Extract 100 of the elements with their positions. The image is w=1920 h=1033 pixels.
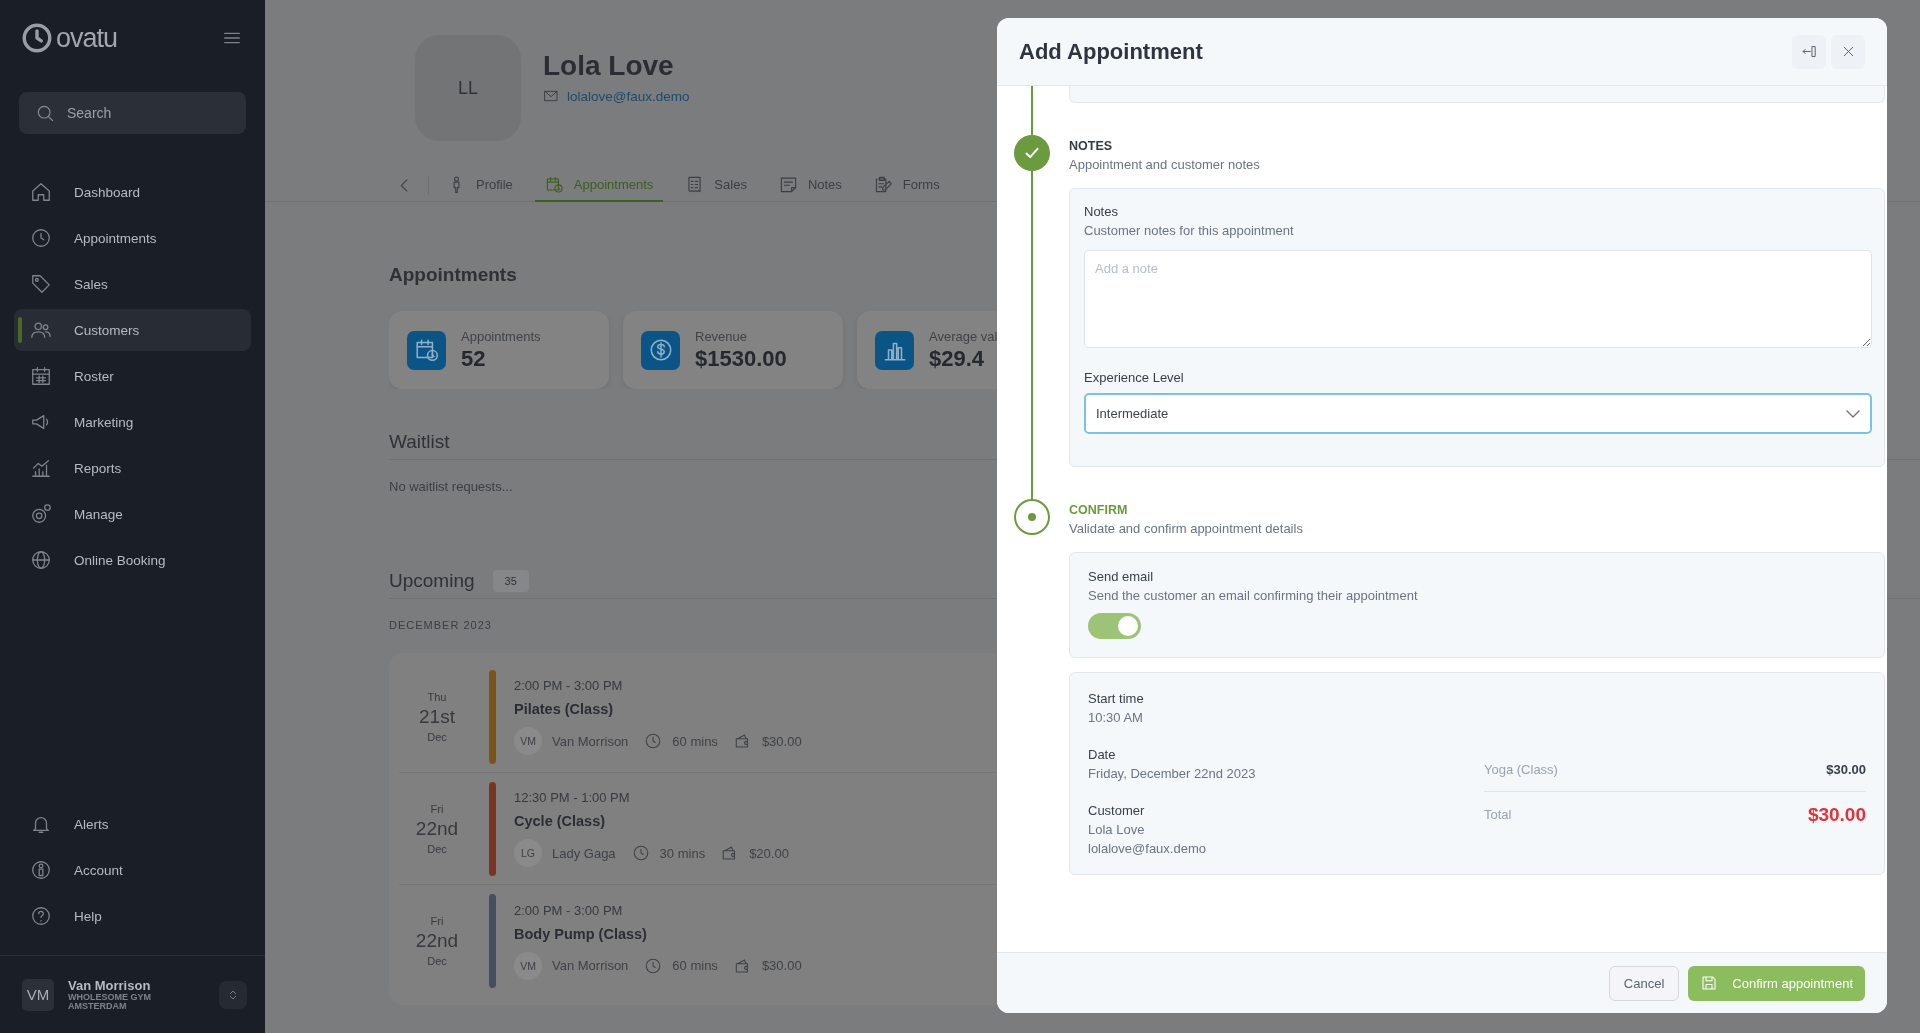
experience-select[interactable]: Intermediate [1084, 393, 1872, 434]
nav-item[interactable]: Alerts [14, 803, 251, 845]
nav-item[interactable]: Online Booking [14, 539, 251, 581]
tag-icon [30, 273, 52, 295]
stat-value: 52 [461, 345, 487, 372]
detail-label: Date [1088, 747, 1117, 762]
month: Dec [426, 842, 448, 855]
detail-value: lolalove@faux.demo [1088, 841, 1207, 856]
price: $30.00 [761, 733, 802, 749]
detail-label: Customer [1088, 803, 1146, 818]
nav-item[interactable]: Marketing [14, 401, 251, 443]
staff-name: Van Morrison [552, 958, 629, 973]
class-name: Cycle (Class) [514, 813, 607, 829]
person-icon [30, 859, 52, 881]
clock-icon [30, 227, 52, 249]
staff-avatar: LG [514, 839, 542, 867]
user-org: WHOLESOME GYM AMSTERDAM [68, 992, 152, 1012]
staff-avatar: VM [514, 727, 542, 755]
time-range: 2:00 PM - 3:00 PM [514, 678, 624, 693]
month: Dec [426, 955, 448, 967]
calendar-clock-icon [413, 337, 440, 363]
empty-message: No waitlist requests... [389, 479, 514, 494]
staff-name: Lady Gaga [552, 845, 616, 861]
stat-label: Appointments [461, 328, 541, 344]
globe-icon [30, 549, 52, 571]
month-label: DECEMBER 2023 [389, 619, 493, 631]
form-icon [873, 175, 893, 194]
stat-label: Average val [929, 328, 998, 344]
house-icon [30, 181, 52, 203]
note-field[interactable]: Add a note [1084, 250, 1872, 348]
item-price: $30.00 [1826, 761, 1866, 777]
time-range: 12:30 PM - 1:00 PM [514, 790, 631, 805]
nav-item[interactable]: Customers [14, 309, 251, 351]
field-hint: Customer notes for this appointment [1084, 223, 1295, 238]
weekday: Fri [429, 915, 445, 927]
arrow-panel-icon [1800, 43, 1818, 60]
price: $30.00 [761, 958, 802, 973]
chevron-down-icon [1846, 409, 1860, 418]
nav-item[interactable]: Appointments [14, 217, 251, 259]
account-switch-button[interactable] [219, 980, 247, 1009]
month: Dec [426, 730, 448, 743]
field-label: Notes [1084, 204, 1119, 219]
step-subtitle: Validate and confirm appointment details [1069, 521, 1303, 536]
nav-item[interactable]: Manage [14, 493, 251, 535]
save-icon [1700, 974, 1719, 992]
step-subtitle: Appointment and customer notes [1069, 157, 1260, 172]
duration: 60 mins [672, 958, 718, 973]
weekday: Thu [426, 690, 448, 703]
modal-title: Add Appointment [1019, 38, 1203, 65]
day: 22nd [399, 817, 475, 840]
user-name: Van Morrison [68, 977, 152, 993]
total-amount: $30.00 [1807, 803, 1866, 826]
nav-item[interactable]: Reports [14, 447, 251, 489]
nav-item[interactable]: Sales [14, 263, 251, 305]
price: $20.00 [749, 845, 789, 861]
nav-item[interactable]: Account [14, 849, 251, 891]
total-label: Total [1484, 807, 1512, 822]
nav-item[interactable]: Help [14, 895, 251, 937]
nav-item[interactable]: Dashboard [14, 171, 251, 213]
field-label: Experience Level [1084, 370, 1185, 385]
stat-value: $29.4 [929, 345, 986, 372]
duration: 30 mins [659, 845, 706, 861]
search-field[interactable]: Search [19, 92, 246, 134]
nav-item[interactable]: Roster [14, 355, 251, 397]
section-title: Appointments [389, 264, 517, 286]
mail-icon [543, 88, 559, 104]
step-title: NOTES [1069, 139, 1114, 153]
gears-icon [30, 503, 52, 525]
logo-text: ovatu [56, 22, 118, 54]
duration: 60 mins [672, 733, 718, 749]
staff-name: Van Morrison [552, 733, 629, 749]
detail-value: 10:30 AM [1088, 710, 1144, 725]
customer-name: Lola Love [543, 50, 675, 82]
stat-value: $1530.00 [695, 345, 787, 372]
customer-avatar: LL [415, 35, 521, 141]
field-label: Send email [1088, 569, 1155, 584]
section-title: Upcoming [389, 570, 475, 592]
chart-icon [30, 457, 52, 479]
collapse-button[interactable] [1792, 34, 1826, 69]
time-range: 2:00 PM - 3:00 PM [514, 902, 624, 918]
step-title: CONFIRM [1069, 503, 1129, 517]
user-avatar: VM [22, 978, 54, 1011]
class-name: Body Pump (Class) [514, 925, 648, 942]
note-icon [778, 175, 798, 194]
close-button[interactable] [1831, 34, 1865, 69]
calendar-clock-icon [544, 175, 564, 194]
detail-value: Lola Love [1088, 822, 1146, 837]
clock-logo-icon [20, 21, 54, 55]
cancel-button[interactable]: Cancel [1608, 965, 1680, 1001]
toggle-switch[interactable] [1088, 613, 1141, 639]
item-name: Yoga (Class) [1484, 761, 1558, 777]
staff-avatar: VM [514, 951, 542, 980]
stat-label: Revenue [695, 328, 749, 344]
count-badge: 35 [492, 570, 529, 592]
detail-label: Start time [1088, 691, 1145, 706]
calendar-icon [30, 365, 52, 387]
class-name: Pilates (Class) [514, 701, 615, 717]
clock-icon [644, 956, 663, 975]
help-icon [30, 905, 52, 927]
field-hint: Send the customer an email confirming their appointment [1088, 588, 1419, 603]
